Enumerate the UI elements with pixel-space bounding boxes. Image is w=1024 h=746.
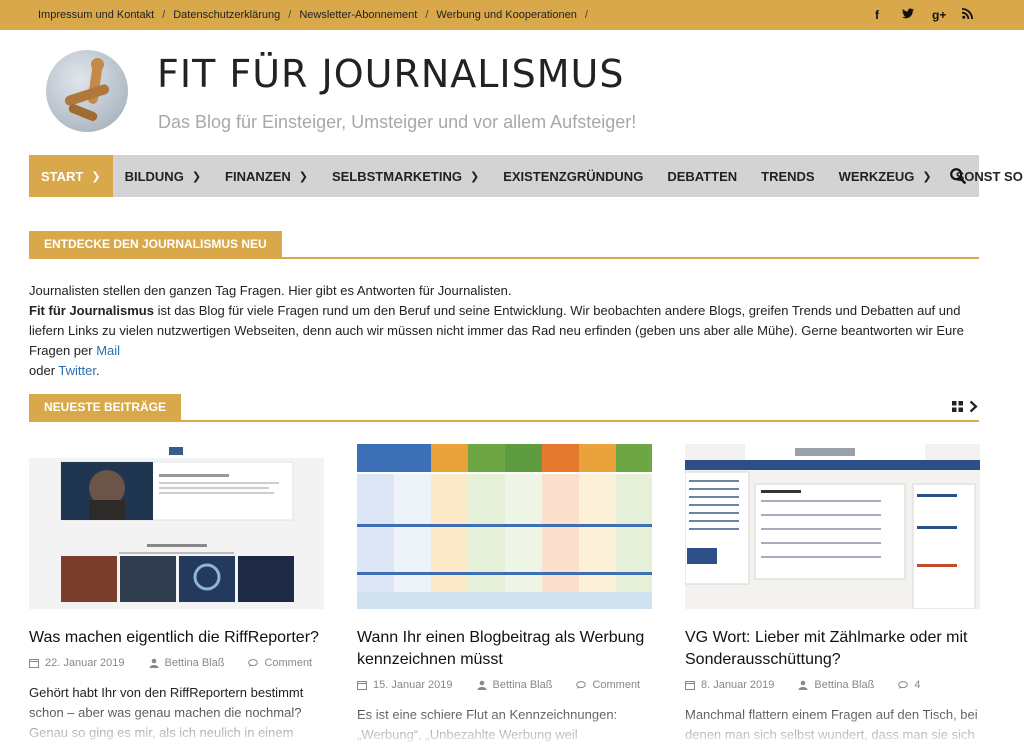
intro-bold: Fit für Journalismus xyxy=(29,303,154,318)
nav-label: DEBATTEN xyxy=(667,168,738,184)
separator: / xyxy=(162,9,166,21)
chevron-right-icon: ❯ xyxy=(469,170,480,183)
top-bar: Impressum und Kontakt / Datenschutzerklä… xyxy=(0,0,1024,30)
nav-label: START xyxy=(41,168,84,184)
post-date: 15. Januar 2019 xyxy=(373,679,453,691)
chevron-right-icon: ❯ xyxy=(91,170,101,183)
main-nav: START ❯ BILDUNG ❯ FINANZEN ❯ SELBSTMARKETIN… xyxy=(29,155,1023,197)
post-title[interactable]: Wann Ihr einen Blogbeitrag als Werbung k… xyxy=(357,627,652,671)
link-datenschutz[interactable]: Datenschutzerklärung xyxy=(173,9,280,21)
user-icon xyxy=(149,658,159,668)
nav-item-selbstmarketing[interactable]: SELBSTMARKETING ❯ xyxy=(320,155,491,197)
google-plus-icon[interactable]: g+ xyxy=(932,8,946,22)
comments-icon xyxy=(248,659,259,667)
nav-item-start[interactable]: START ❯ xyxy=(29,155,113,197)
chevron-right-icon: ❯ xyxy=(298,170,308,183)
twitter-icon[interactable] xyxy=(902,8,914,22)
grid-view-icon[interactable] xyxy=(952,401,963,412)
chevron-right-icon[interactable] xyxy=(969,400,978,413)
calendar-icon xyxy=(685,681,695,690)
calendar-icon xyxy=(357,681,367,690)
section-title: NEUESTE BEITRÄGE xyxy=(29,394,182,420)
site-logo[interactable] xyxy=(46,50,128,132)
nav-label: BILDUNG xyxy=(124,168,184,184)
post-author[interactable]: Bettina Blaß xyxy=(814,679,874,691)
intro-line-1: Journalisten stellen den ganzen Tag Frag… xyxy=(29,283,512,298)
mail-link[interactable]: Mail xyxy=(96,343,120,358)
post-date: 8. Januar 2019 xyxy=(701,679,775,691)
nav-item-bildung[interactable]: BILDUNG ❯ xyxy=(113,155,213,197)
nav-label: TRENDS xyxy=(761,168,815,184)
post-excerpt: Gehört habt Ihr von den RiffReportern be… xyxy=(29,685,304,740)
post-title[interactable]: VG Wort: Lieber mit Zählmarke oder mit S… xyxy=(685,627,980,671)
link-werbung[interactable]: Werbung und Kooperationen xyxy=(436,9,576,21)
chevron-right-icon: ❯ xyxy=(191,170,202,183)
separator: / xyxy=(288,9,292,21)
intro-end: . xyxy=(95,363,100,378)
calendar-icon xyxy=(29,659,39,668)
post-date: 22. Januar 2019 xyxy=(45,657,125,669)
logo-figure-leg xyxy=(67,102,99,123)
post-card[interactable]: VG Wort: Lieber mit Zählmarke oder mit S… xyxy=(685,444,980,745)
facebook-icon[interactable]: f xyxy=(872,8,882,22)
nav-label: FINANZEN xyxy=(225,168,291,184)
search-icon[interactable] xyxy=(949,167,967,185)
post-thumbnail[interactable] xyxy=(357,444,652,609)
user-icon xyxy=(798,680,808,690)
section-header-posts: NEUESTE BEITRÄGE xyxy=(29,394,979,422)
post-meta: 15. Januar 2019 Bettina Blaß Comment xyxy=(357,679,652,691)
post-thumbnail[interactable] xyxy=(29,444,324,609)
section-header-intro: ENTDECKE DEN JOURNALISMUS NEU xyxy=(29,231,979,259)
site-title[interactable]: FIT FÜR JOURNALISMUS xyxy=(157,52,624,96)
rss-icon[interactable] xyxy=(962,8,973,22)
intro-or: oder xyxy=(29,363,59,378)
section-title: ENTDECKE DEN JOURNALISMUS NEU xyxy=(29,231,282,257)
chevron-right-icon: ❯ xyxy=(922,170,932,183)
post-comments[interactable]: 4 xyxy=(914,679,920,691)
nav-label: EXISTENZGRÜNDUNG xyxy=(503,168,644,184)
post-comments[interactable]: Comment xyxy=(592,679,640,691)
nav-item-werkzeug[interactable]: WERKZEUG ❯ xyxy=(827,155,944,197)
post-author[interactable]: Bettina Blaß xyxy=(165,657,225,669)
post-meta: 22. Januar 2019 Bettina Blaß Comment xyxy=(29,657,324,669)
layout-controls xyxy=(952,400,978,413)
nav-item-finanzen[interactable]: FINANZEN ❯ xyxy=(213,155,320,197)
nav-label: SELBSTMARKETING xyxy=(331,168,462,184)
post-excerpt: Es ist eine schiere Flut an Kennzeichnun… xyxy=(357,707,618,742)
post-title[interactable]: Was machen eigentlich die RiffReporter? xyxy=(29,627,324,649)
social-links: f g+ xyxy=(872,0,973,30)
nav-item-trends[interactable]: TRENDS xyxy=(749,155,826,197)
intro-text-body: ist das Blog für viele Fragen rund um de… xyxy=(29,303,964,358)
post-card[interactable]: Wann Ihr einen Blogbeitrag als Werbung k… xyxy=(357,444,652,745)
link-impressum[interactable]: Impressum und Kontakt xyxy=(38,9,154,21)
intro-text: Journalisten stellen den ganzen Tag Frag… xyxy=(29,281,979,381)
link-newsletter[interactable]: Newsletter-Abonnement xyxy=(299,9,417,21)
nav-label: WERKZEUG xyxy=(838,168,915,184)
top-links: Impressum und Kontakt / Datenschutzerklä… xyxy=(38,0,596,30)
post-comments[interactable]: Comment xyxy=(264,657,312,669)
post-card[interactable]: Was machen eigentlich die RiffReporter? … xyxy=(29,444,324,743)
site-tagline: Das Blog für Einsteiger, Umsteiger und v… xyxy=(158,112,637,132)
intro-paragraph: Fit für Journalismus ist das Blog für vi… xyxy=(29,301,979,381)
twitter-link[interactable]: Twitter xyxy=(58,363,96,378)
post-excerpt: Manchmal flattern einem Fragen auf den T… xyxy=(685,707,978,742)
post-author[interactable]: Bettina Blaß xyxy=(493,679,553,691)
post-meta: 8. Januar 2019 Bettina Blaß 4 xyxy=(685,679,980,691)
user-icon xyxy=(477,680,487,690)
separator: / xyxy=(425,9,429,21)
comments-icon xyxy=(576,681,587,689)
nav-item-existenzgruendung[interactable]: EXISTENZGRÜNDUNG xyxy=(491,155,655,197)
separator: / xyxy=(584,9,588,21)
post-thumbnail[interactable] xyxy=(685,444,980,609)
comments-icon xyxy=(898,681,909,689)
nav-item-debatten[interactable]: DEBATTEN xyxy=(655,155,749,197)
